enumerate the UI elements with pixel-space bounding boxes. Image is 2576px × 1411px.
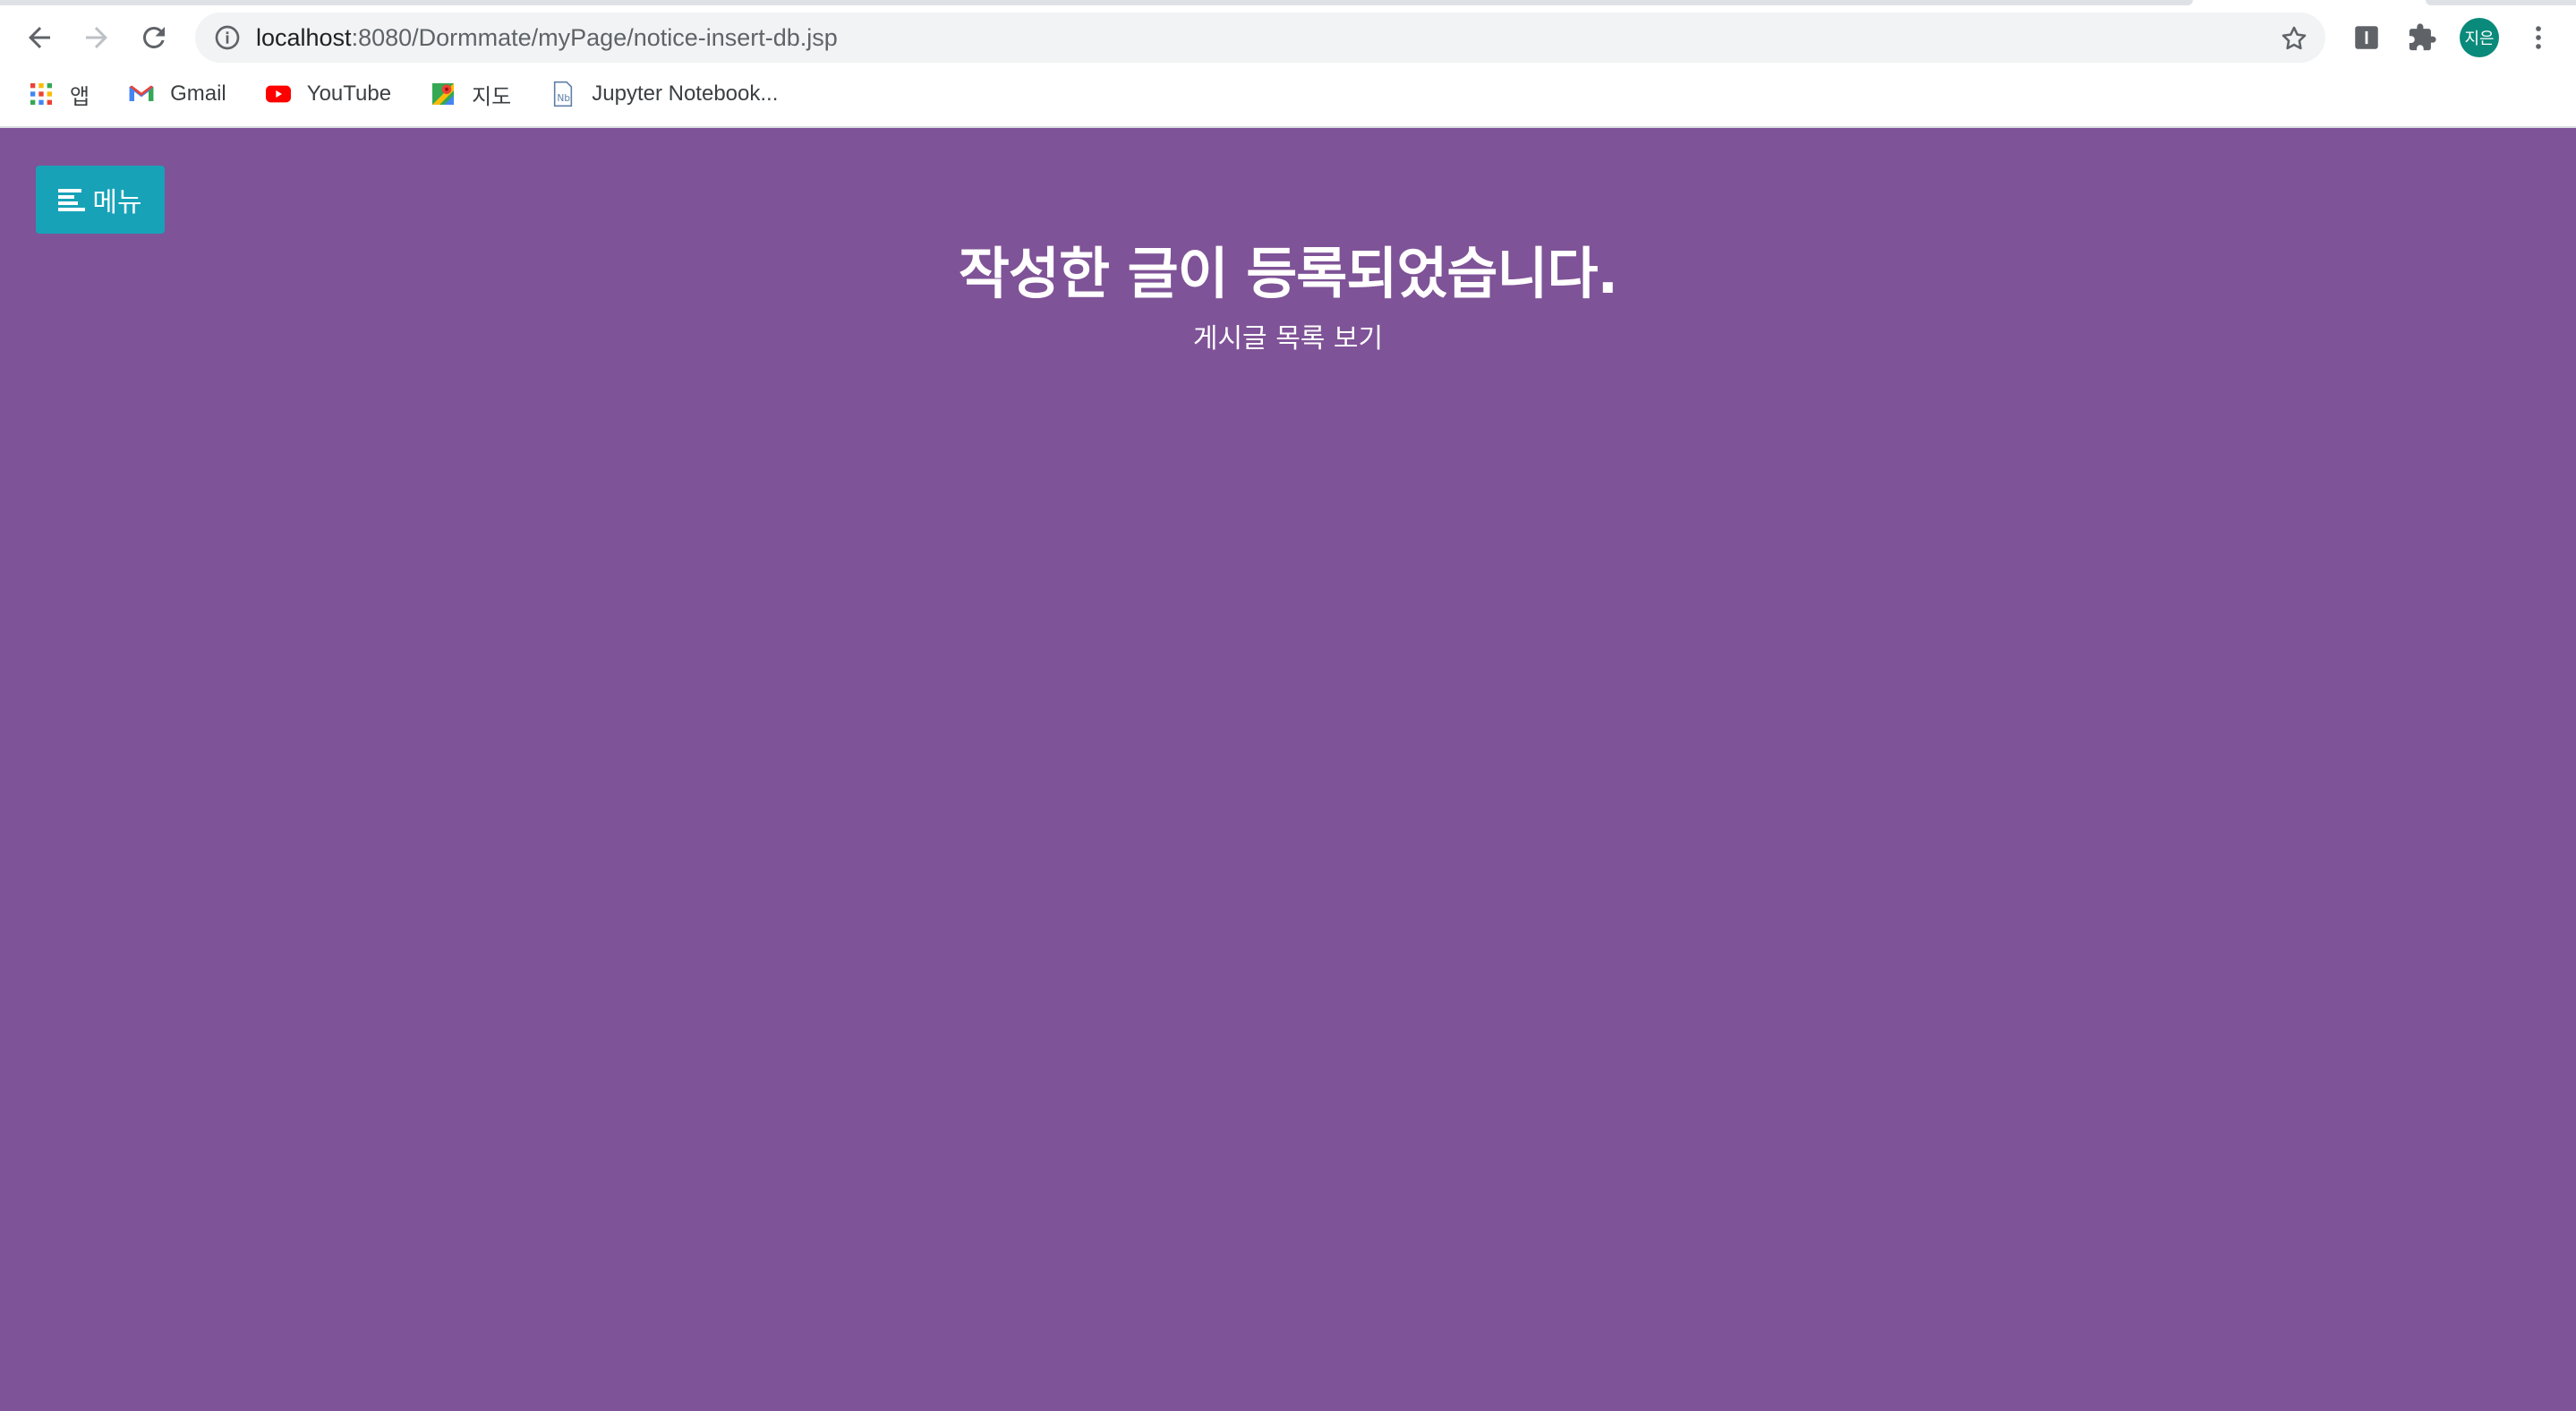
arrow-left-icon: [29, 27, 50, 48]
bookmark-maps[interactable]: 지도: [404, 73, 524, 115]
apps-grid-icon: [27, 80, 55, 108]
reload-button[interactable]: [132, 16, 175, 59]
bookmark-apps[interactable]: 앱: [0, 73, 102, 115]
maps-icon: [429, 80, 457, 108]
bookmark-label: Jupyter Notebook...: [592, 81, 779, 106]
forward-button[interactable]: [75, 16, 118, 59]
extension-button[interactable]: [2347, 18, 2386, 57]
gmail-icon: [127, 80, 156, 108]
puzzle-icon: [2409, 23, 2436, 51]
star-icon[interactable]: [2279, 23, 2309, 54]
back-button[interactable]: [18, 16, 61, 59]
more-vertical-icon: [2536, 26, 2541, 49]
profile-avatar[interactable]: 지은: [2460, 18, 2499, 57]
tab-strip: [0, 0, 2193, 5]
bookmark-label: 지도: [472, 84, 512, 109]
reload-icon: [142, 26, 165, 48]
browser-menu-button[interactable]: [2519, 18, 2558, 57]
page-content: 메뉴 작성한 글이 등록되었습니다. 게시글 목록 보기: [0, 128, 2576, 1411]
post-list-link[interactable]: 게시글 목록 보기: [1193, 323, 1383, 355]
bookmark-label: 앱: [70, 84, 90, 109]
bookmark-youtube[interactable]: YouTube: [239, 73, 404, 115]
extension-reader-icon: [2355, 26, 2378, 49]
bookmark-jupyter[interactable]: Nb Jupyter Notebook...: [524, 73, 790, 115]
url-host: localhost: [256, 23, 352, 51]
bookmark-label: YouTube: [306, 81, 392, 106]
extensions-menu-button[interactable]: [2402, 18, 2442, 57]
post-list-link-row: 게시글 목록 보기: [0, 316, 2576, 355]
jupyter-icon: Nb: [549, 80, 577, 108]
menu-button[interactable]: 메뉴: [36, 166, 165, 234]
url-path: :8080/Dormmate/myPage/notice-insert-db.j…: [351, 23, 838, 51]
bookmark-gmail[interactable]: Gmail: [102, 73, 239, 115]
menu-button-label: 메뉴: [92, 187, 142, 218]
page-title: 작성한 글이 등록되었습니다.: [958, 241, 1618, 306]
browser-toolbar: localhost:8080/Dormmate/myPage/notice-in…: [0, 11, 2576, 64]
info-icon[interactable]: [213, 23, 242, 52]
address-bar[interactable]: localhost:8080/Dormmate/myPage/notice-in…: [195, 13, 2325, 63]
bookmark-label: Gmail: [170, 81, 226, 106]
bookmarks-bar: 앱 Gmail YouTube 지도 Nb Jupyter Notebook..…: [0, 73, 2576, 115]
browser-chrome: localhost:8080/Dormmate/myPage/notice-in…: [0, 0, 2576, 128]
youtube-icon: [264, 80, 293, 108]
arrow-right-icon: [86, 27, 107, 48]
url-text[interactable]: localhost:8080/Dormmate/myPage/notice-in…: [256, 24, 838, 52]
svg-text:Nb: Nb: [558, 92, 571, 104]
menu-bars-icon: [58, 189, 86, 211]
tab-strip-right: [2426, 0, 2576, 5]
